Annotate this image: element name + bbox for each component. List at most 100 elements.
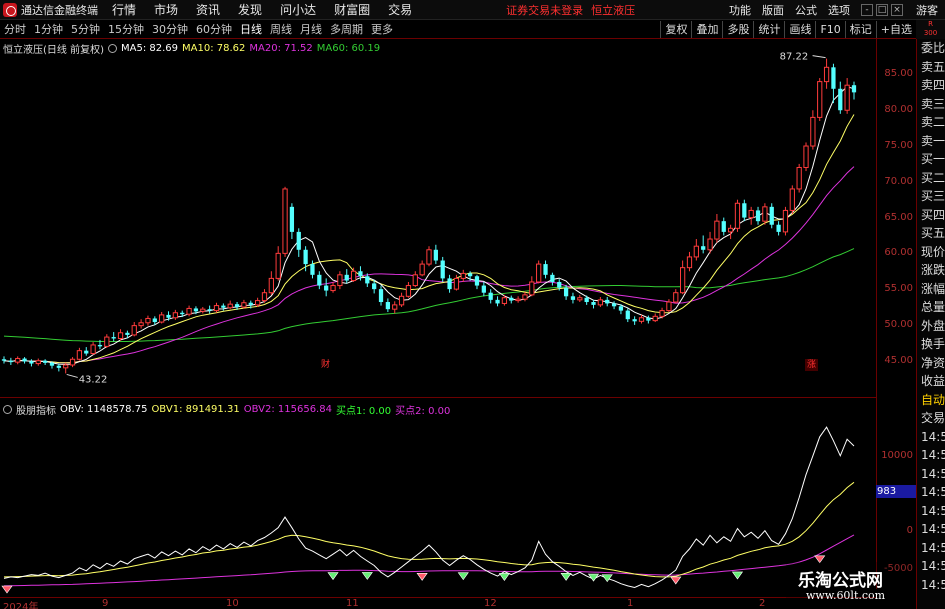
tab-monthly[interactable]: 月线 — [296, 20, 326, 39]
candle-body — [796, 166, 802, 190]
gear-icon[interactable] — [107, 43, 117, 53]
candle-body — [90, 344, 96, 355]
candle-body — [714, 220, 720, 240]
guest-label[interactable]: 游客 — [916, 2, 938, 18]
candle-body — [769, 206, 774, 225]
side-panel-item[interactable]: 卖三 — [917, 95, 945, 114]
side-panel-item[interactable]: 卖一 — [917, 132, 945, 151]
side-panel-item[interactable]: 买五 — [917, 224, 945, 243]
candle-body — [529, 281, 535, 296]
high-pointer — [812, 55, 826, 59]
side-panel-item[interactable]: 交易 — [917, 409, 945, 428]
indicator-name: 股朋指标 — [16, 405, 56, 417]
side-panel-item[interactable]: 买二 — [917, 169, 945, 188]
side-panel-item[interactable]: 14:56 — [917, 557, 945, 576]
side-panel-item[interactable]: 14:56 — [917, 446, 945, 465]
side-panel-item[interactable]: 买一 — [917, 150, 945, 169]
side-panel-item[interactable]: 涨跌 — [917, 261, 945, 280]
date-tick-label: 2 — [759, 598, 766, 609]
f10-button[interactable]: F10 — [815, 20, 844, 38]
side-panel-item[interactable]: 14:56 — [917, 520, 945, 539]
signal-marker — [560, 573, 572, 581]
limit-up-marker[interactable]: 涨 — [805, 359, 818, 371]
side-panel-item[interactable]: 涨幅 — [917, 280, 945, 299]
multi-stock-button[interactable]: 多股 — [722, 20, 753, 38]
date-axis: 2024年 9 10 11 12 1 2 — [0, 597, 876, 609]
watermark: 乐淘公式网 www.60lt.com — [786, 562, 916, 609]
candle-body — [632, 319, 637, 322]
side-panel-item[interactable]: 14:56 — [917, 465, 945, 484]
side-panel-item[interactable]: 买三 — [917, 187, 945, 206]
date-tick-label: 11 — [346, 598, 359, 609]
indicator-gear-icon[interactable] — [3, 404, 12, 414]
candle-body — [378, 289, 384, 303]
side-panel-item[interactable]: 14:56 — [917, 539, 945, 558]
candle-body — [1, 359, 7, 361]
pane-divider[interactable] — [0, 397, 876, 398]
side-panel-item[interactable]: 14:56 — [917, 428, 945, 447]
candle-body — [200, 308, 206, 312]
side-panel-item[interactable]: 委比 — [917, 39, 945, 58]
login-warning[interactable]: 证券交易未登录 — [506, 2, 583, 18]
menu-item-layout[interactable]: 版面 — [762, 2, 784, 18]
side-panel-item[interactable]: 14:56 — [917, 502, 945, 521]
candle-body — [625, 310, 630, 320]
tab-5min[interactable]: 5分钟 — [67, 20, 104, 39]
price-tick-label: 65.00 — [884, 211, 913, 223]
side-panel-item[interactable]: 现价 — [917, 243, 945, 262]
menu-item-wealth[interactable]: 财富圈 — [334, 1, 370, 18]
mark-button[interactable]: 标记 — [844, 20, 876, 38]
tab-multi-period[interactable]: 多周期 — [326, 20, 367, 39]
draw-line-button[interactable]: 画线 — [784, 20, 815, 38]
side-panel-item[interactable]: 总量 — [917, 298, 945, 317]
side-panel-item[interactable]: 卖二 — [917, 113, 945, 132]
candle-body — [261, 292, 268, 302]
side-panel-item[interactable]: 14:56 — [917, 576, 945, 595]
tab-30min[interactable]: 30分钟 — [148, 20, 192, 39]
side-panel-item[interactable]: 14:56 — [917, 483, 945, 502]
ma5-value: MA5: 82.69 — [120, 42, 178, 54]
add-watchlist-button[interactable]: +自选 — [875, 20, 916, 38]
tab-60min[interactable]: 60分钟 — [192, 20, 236, 39]
tab-15min[interactable]: 15分钟 — [104, 20, 148, 39]
minimize-icon[interactable]: - — [861, 3, 873, 16]
candle-body — [440, 260, 445, 279]
watermark-url: www.60lt.com — [806, 589, 886, 602]
tab-1min[interactable]: 1分钟 — [30, 20, 67, 39]
side-panel-item[interactable]: 买四 — [917, 206, 945, 225]
side-panel-item[interactable]: 卖四 — [917, 76, 945, 95]
menu-item-formula[interactable]: 公式 — [795, 2, 817, 18]
candle-body — [776, 224, 781, 232]
menu-item-quotes[interactable]: 行情 — [112, 1, 136, 18]
candle-body — [831, 67, 836, 89]
adjust-button[interactable]: 复权 — [660, 20, 691, 38]
statistics-button[interactable]: 统计 — [753, 20, 784, 38]
overlay-button[interactable]: 叠加 — [691, 20, 722, 38]
side-panel-item[interactable]: 收益 — [917, 372, 945, 391]
tab-intraday[interactable]: 分时 — [0, 20, 30, 39]
side-panel-item[interactable]: 换手 — [917, 335, 945, 354]
close-icon[interactable]: × — [891, 3, 903, 16]
menu-item-options[interactable]: 选项 — [828, 2, 850, 18]
side-panel-item[interactable]: 自动 — [917, 391, 945, 410]
menu-item-ask[interactable]: 问小达 — [280, 1, 316, 18]
menu-item-news[interactable]: 资讯 — [196, 1, 220, 18]
side-panel-item[interactable]: 净资 — [917, 354, 945, 373]
tab-daily[interactable]: 日线 — [236, 20, 266, 39]
price-axis: 85.00 80.00 75.00 70.00 65.00 60.00 55.00 50.00… — [876, 39, 916, 589]
price-info-bar: 恒立液压(日线 前复权) MA5: 82.69 MA10: 78.62 MA20… — [3, 41, 384, 56]
kline-chart[interactable]: 87.22 43.22 — [0, 39, 876, 597]
tab-more[interactable]: 更多 — [367, 20, 397, 39]
financial-report-marker[interactable]: 财 — [319, 359, 332, 371]
menu-item-market[interactable]: 市场 — [154, 1, 178, 18]
candle-body — [652, 315, 658, 322]
menu-item-function[interactable]: 功能 — [729, 2, 751, 18]
tab-weekly[interactable]: 周线 — [266, 20, 296, 39]
maximize-icon[interactable]: □ — [876, 3, 888, 16]
side-panel-item[interactable]: 外盘 — [917, 317, 945, 336]
menu-item-trade[interactable]: 交易 — [388, 1, 412, 18]
indicator-info-bar: 股朋指标 OBV: 1148578.75 OBV1: 891491.31 OBV… — [3, 402, 454, 417]
candle-body — [392, 304, 398, 310]
side-panel-item[interactable]: 卖五 — [917, 58, 945, 77]
menu-item-discover[interactable]: 发现 — [238, 1, 262, 18]
